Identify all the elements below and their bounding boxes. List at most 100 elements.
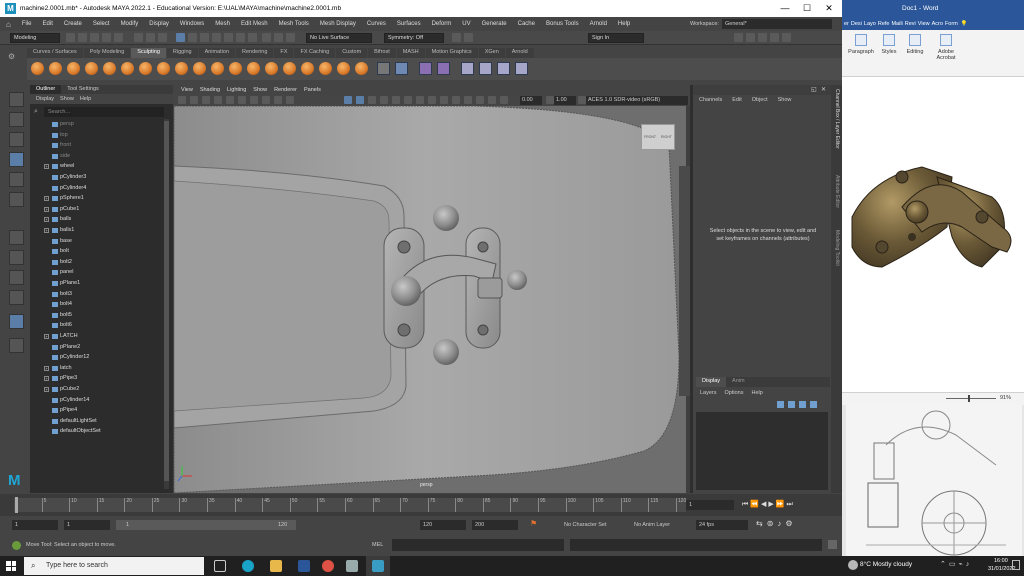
menu-generate[interactable]: Generate (482, 21, 507, 27)
channels-menu-channels[interactable]: Channels (699, 95, 722, 106)
close-button[interactable]: ✕ (818, 0, 840, 17)
viewport-menu-view[interactable]: View (181, 85, 193, 95)
zoom-slider-thumb[interactable] (968, 395, 970, 402)
shelf-tab-fx-caching[interactable]: FX Caching (294, 48, 336, 58)
layers-menu-help[interactable]: Help (751, 388, 762, 399)
new-empty-layer-icon[interactable] (799, 401, 806, 408)
outliner-item[interactable]: pCylinder4 (44, 183, 164, 194)
menu-surfaces[interactable]: Surfaces (397, 21, 421, 27)
tab-tool-settings[interactable]: Tool Settings (61, 85, 105, 94)
word-tab-layout[interactable]: Layo (864, 21, 876, 27)
shelf-tab-sculpting[interactable]: Sculpting (131, 48, 166, 58)
grab-tool-icon[interactable] (85, 62, 98, 75)
shelf-tab-mash[interactable]: MASH (396, 48, 425, 58)
mel-label[interactable]: MEL (372, 541, 383, 550)
safe-title-icon[interactable] (286, 96, 294, 104)
channels-menu-object[interactable]: Object (752, 95, 768, 106)
ambient-occlusion-icon[interactable] (416, 96, 424, 104)
photos-icon[interactable] (346, 560, 358, 572)
gate-mask-icon[interactable] (250, 96, 258, 104)
outliner-item[interactable]: defaultLightSet (44, 416, 164, 427)
knife-tool-icon[interactable] (265, 62, 278, 75)
side-tab-attribute-editor[interactable]: Attribute Editor (833, 175, 840, 208)
sign-in-button[interactable]: Sign In (588, 33, 644, 43)
outliner-item[interactable]: panel (44, 267, 164, 278)
depth-of-field-icon[interactable] (452, 96, 460, 104)
word-tab-review[interactable]: Revi (905, 21, 916, 27)
field-chart-icon[interactable] (262, 96, 270, 104)
xray-joints-icon[interactable] (488, 96, 496, 104)
outliner-item[interactable]: pPlane1 (44, 278, 164, 289)
select-component-icon[interactable] (158, 33, 167, 42)
render-view-icon[interactable] (262, 33, 271, 42)
viewport-menu-panels[interactable]: Panels (304, 85, 321, 95)
outliner-scrollbar[interactable] (164, 119, 169, 489)
render-icon[interactable] (274, 33, 283, 42)
anim-layer-select[interactable]: No Anim Layer (624, 520, 690, 530)
outliner-item[interactable]: bolt4 (44, 299, 164, 310)
tab-anim-layers[interactable]: Anim (726, 377, 751, 387)
menu-create[interactable]: Create (64, 21, 82, 27)
outliner-item[interactable]: + pCube1 (44, 204, 164, 215)
mode-select[interactable]: Modeling (10, 33, 60, 43)
outliner-item[interactable]: base (44, 236, 164, 247)
channels-menu-edit[interactable]: Edit (732, 95, 741, 106)
play-forward-icon[interactable]: ▶ (768, 501, 775, 508)
expand-icon[interactable]: + (44, 387, 49, 392)
shelf-tab-animation[interactable]: Animation (198, 48, 236, 58)
scale-tool-icon[interactable] (9, 192, 24, 207)
menu-help[interactable]: Help (618, 21, 630, 27)
channels-menu-show[interactable]: Show (778, 95, 792, 106)
outliner-item[interactable]: bolt2 (44, 257, 164, 268)
fill-tool-icon[interactable] (247, 62, 260, 75)
select-object-icon[interactable] (146, 33, 155, 42)
outliner-item[interactable]: front (44, 140, 164, 151)
end-time-field[interactable]: 200 (472, 520, 518, 530)
outliner-item[interactable]: + LATCH (44, 331, 164, 342)
smooth-shade-icon[interactable] (356, 96, 364, 104)
shelf-tab-custom[interactable]: Custom (336, 48, 368, 58)
shelf-tab-xgen[interactable]: XGen (478, 48, 505, 58)
sculpt-settings-icon[interactable] (377, 62, 390, 75)
outliner-item[interactable]: side (44, 151, 164, 162)
viewport-menu-shading[interactable]: Shading (200, 85, 220, 95)
mesh-stamp-icon[interactable] (515, 62, 528, 75)
viewport-menu-renderer[interactable]: Renderer (274, 85, 297, 95)
select-by-type-icon[interactable] (176, 33, 185, 42)
preferences-icon[interactable]: ⚙ (785, 519, 796, 528)
word-tab-format[interactable]: Form (945, 21, 958, 27)
view-cube-right[interactable]: RIGHT (661, 135, 672, 139)
edge-icon[interactable] (242, 560, 254, 572)
tool-settings-toggle-icon[interactable] (758, 33, 767, 42)
menu-mesh-tools[interactable]: Mesh Tools (279, 21, 309, 27)
current-time-indicator[interactable] (15, 497, 18, 513)
motion-blur-icon[interactable] (428, 96, 436, 104)
word-app-icon[interactable] (298, 560, 310, 572)
word-tab-insert[interactable]: er (844, 21, 849, 27)
snap-point-icon[interactable] (212, 33, 221, 42)
convert-freeze-icon[interactable] (355, 62, 368, 75)
anim-end-field[interactable]: 120 (420, 520, 466, 530)
color-management-icon[interactable] (578, 96, 586, 104)
zoom-level[interactable]: 91% (1000, 395, 1011, 401)
expand-icon[interactable]: + (44, 228, 49, 233)
new-scene-icon[interactable] (66, 33, 75, 42)
move-layer-down-icon[interactable] (788, 401, 795, 408)
side-tab-modeling-toolkit[interactable]: Modeling Toolkit (833, 230, 840, 266)
outliner-item[interactable]: + pSphere1 (44, 193, 164, 204)
minimize-button[interactable]: — (774, 0, 796, 17)
image-plane-icon[interactable] (202, 96, 210, 104)
outliner-item[interactable]: persp (44, 119, 164, 130)
outliner-item[interactable]: + wheel (44, 161, 164, 172)
snap-grid-icon[interactable] (188, 33, 197, 42)
expand-icon[interactable]: + (44, 217, 49, 223)
menu-edit-mesh[interactable]: Edit Mesh (241, 21, 268, 27)
word-tab-design[interactable]: Desi (851, 21, 862, 27)
ribbon-adobe-acrobat[interactable]: Adobe Acrobat (928, 34, 964, 61)
modeling-toolkit-icon[interactable] (464, 33, 473, 42)
layout-single-icon[interactable] (9, 230, 24, 245)
step-back-icon[interactable]: ⏪ (750, 501, 761, 508)
outliner-item[interactable]: defaultObjectSet (44, 426, 164, 437)
magnet-icon[interactable] (452, 33, 461, 42)
camera-bookmark-icon[interactable] (190, 96, 198, 104)
